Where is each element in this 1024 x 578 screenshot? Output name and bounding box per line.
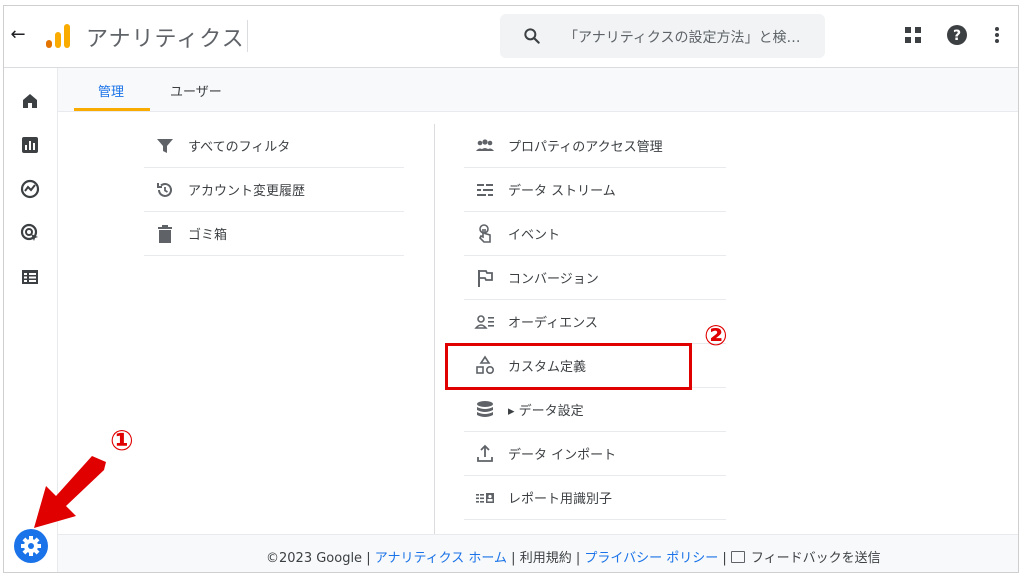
privacy-policy-link[interactable]: プライバシー ポリシー — [584, 551, 718, 566]
menu-item-data-settings[interactable]: ▸ データ設定 — [464, 388, 726, 432]
admin-tabs: 管理 ユーザー — [58, 68, 1018, 112]
copyright-text: ©2023 Google — [266, 551, 363, 566]
history-icon — [157, 182, 172, 197]
column-divider — [434, 124, 435, 534]
configure-icon[interactable] — [19, 266, 41, 288]
highlight-box-custom-definitions — [445, 343, 692, 390]
active-tab-indicator — [74, 108, 150, 111]
menu-item-property-access[interactable]: プロパティのアクセス管理 — [464, 124, 726, 168]
filter-icon — [157, 138, 173, 153]
tab-users[interactable]: ユーザー — [170, 81, 222, 100]
svg-text:?: ? — [953, 28, 961, 44]
menu-item-label: イベント — [508, 228, 561, 243]
explore-icon[interactable] — [19, 178, 41, 200]
touch-icon — [479, 223, 491, 243]
menu-item-label: レポート用識別子 — [508, 492, 613, 507]
analytics-window: ← アナリティクス 「アナリティクスの設定方法」と検… ? 管理 ユーザー すべ… — [3, 5, 1019, 573]
terms-link[interactable]: 利用規約 — [520, 551, 572, 566]
analytics-logo-icon — [46, 24, 70, 48]
search-input[interactable]: 「アナリティクスの設定方法」と検… — [500, 14, 825, 58]
menu-item-events[interactable]: イベント — [464, 212, 726, 256]
title-divider — [247, 20, 248, 52]
menu-item-label: ▸ データ設定 — [508, 404, 584, 419]
menu-item-trash[interactable]: ゴミ箱 — [144, 212, 404, 256]
analytics-home-link[interactable]: アナリティクス ホーム — [375, 551, 507, 566]
menu-item-all-filters[interactable]: すべてのフィルタ — [144, 124, 404, 168]
menu-item-label: データ ストリーム — [508, 184, 616, 199]
tab-admin[interactable]: 管理 — [98, 81, 124, 100]
people-icon — [476, 138, 494, 151]
upload-icon — [477, 444, 493, 462]
menu-item-reporting-identity[interactable]: レポート用識別子 — [464, 476, 726, 520]
flag-icon — [478, 269, 493, 287]
menu-item-data-streams[interactable]: データ ストリーム — [464, 168, 726, 212]
search-placeholder: 「アナリティクスの設定方法」と検… — [564, 30, 801, 46]
menu-item-label: ゴミ箱 — [188, 228, 228, 243]
footer-links: ©2023 Google | アナリティクス ホーム | 利用規約 | プライバ… — [266, 551, 881, 566]
trash-icon — [158, 224, 172, 243]
step-2-label: ② — [704, 319, 728, 352]
identifier-icon — [476, 492, 494, 503]
feedback-icon — [730, 551, 745, 563]
send-feedback-link[interactable]: フィードバックを送信 — [751, 551, 881, 566]
data-stream-icon — [477, 183, 493, 196]
menu-item-label: プロパティのアクセス管理 — [508, 140, 663, 155]
admin-content: すべてのフィルタ アカウント変更履歴 ゴミ箱 プロパティのアクセス管理 データ … — [58, 112, 1018, 534]
more-vert-icon[interactable] — [986, 24, 1008, 46]
top-app-bar: ← アナリティクス 「アナリティクスの設定方法」と検… ? — [4, 6, 1018, 68]
home-icon[interactable] — [19, 90, 41, 112]
database-icon — [477, 400, 493, 417]
menu-item-label: コンバージョン — [508, 272, 599, 287]
red-arrow-annotation — [34, 456, 106, 528]
menu-item-account-change-history[interactable]: アカウント変更履歴 — [144, 168, 404, 212]
app-title: アナリティクス — [86, 27, 245, 52]
help-icon[interactable]: ? — [946, 24, 968, 46]
menu-item-audiences[interactable]: オーディエンス — [464, 300, 726, 344]
audience-icon — [474, 314, 494, 329]
menu-item-conversions[interactable]: コンバージョン — [464, 256, 726, 300]
arrow-left-icon[interactable]: ← — [8, 25, 28, 45]
menu-item-label: オーディエンス — [508, 316, 598, 331]
menu-item-label: すべてのフィルタ — [188, 140, 291, 155]
menu-item-label: アカウント変更履歴 — [188, 184, 306, 199]
search-icon — [524, 28, 540, 44]
advertising-icon[interactable] — [19, 222, 41, 244]
reports-icon[interactable] — [19, 134, 41, 156]
menu-item-data-import[interactable]: データ インポート — [464, 432, 726, 476]
menu-item-label: データ インポート — [508, 448, 617, 463]
apps-grid-icon[interactable] — [902, 24, 924, 46]
page-footer: ©2023 Google | アナリティクス ホーム | 利用規約 | プライバ… — [58, 534, 1018, 572]
step-1-label: ① — [110, 424, 134, 457]
